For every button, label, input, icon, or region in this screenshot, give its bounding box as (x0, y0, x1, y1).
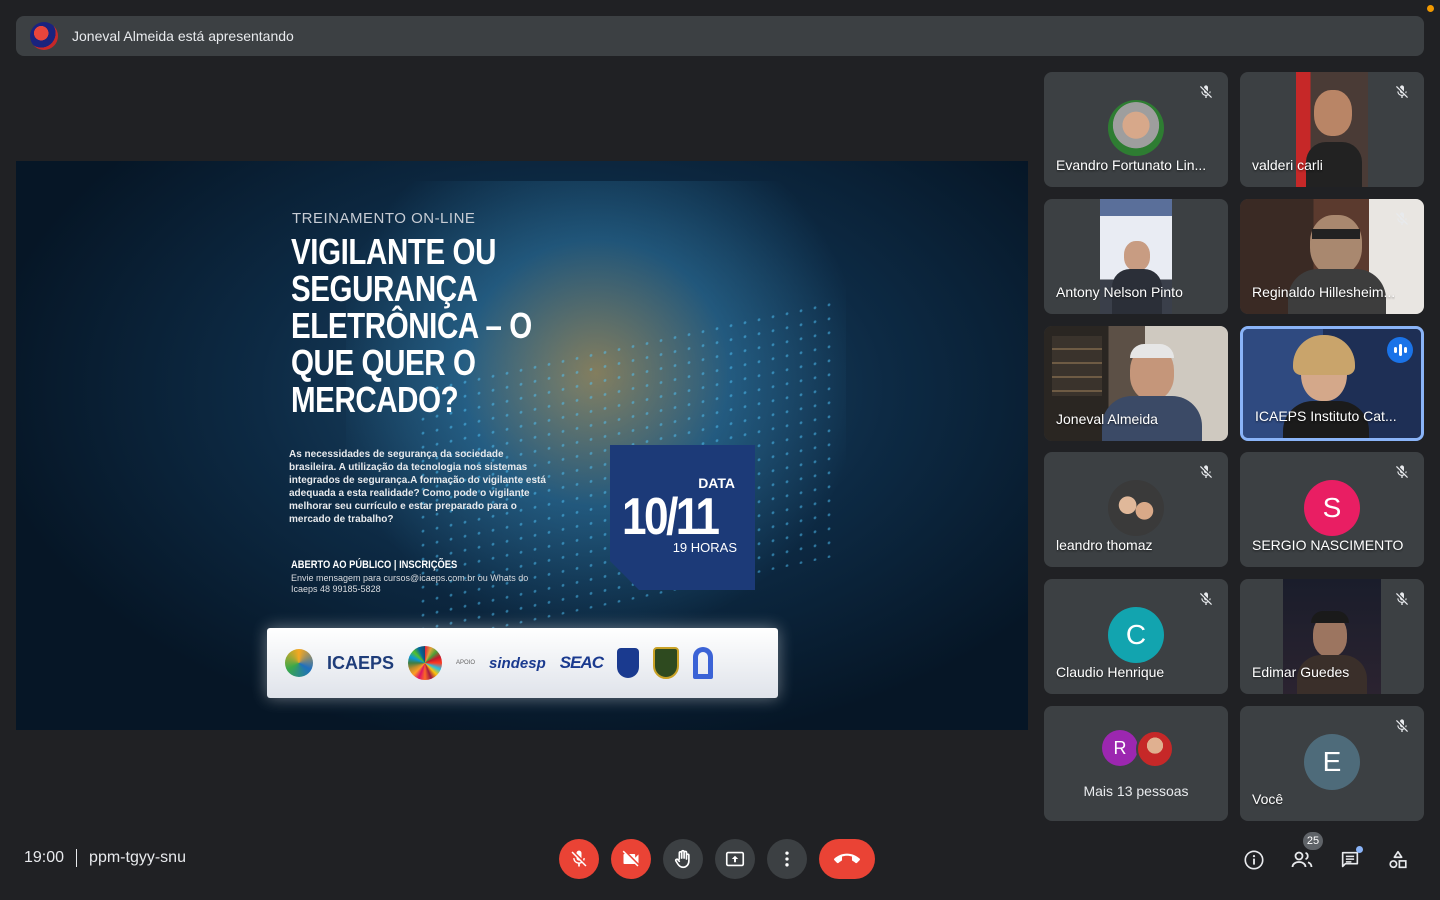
participant-photo-avatar (1136, 730, 1174, 768)
slide-contact: Envie mensagem para cursos@icaeps.com.br… (291, 573, 529, 594)
participant-name: Claudio Henrique (1056, 664, 1165, 680)
date-value: 10/11 (622, 488, 720, 546)
participant-name: Você (1252, 791, 1284, 807)
slide-open-label: ABERTO AO PÚBLICO | INSCRIÇÕES (291, 559, 458, 571)
participant-tile[interactable]: leandro thomaz (1044, 452, 1228, 567)
participant-tile[interactable]: Antony Nelson Pinto (1044, 199, 1228, 314)
sdg-wheel-icon (408, 646, 443, 680)
raise-hand-button[interactable] (663, 839, 703, 879)
presentation-area[interactable]: TREINAMENTO ON-LINE VIGILANTE OU SEGURAN… (16, 161, 1028, 730)
date-time: 19 HORAS (672, 540, 737, 555)
leave-call-button[interactable] (819, 839, 875, 879)
participant-initial-avatar: C (1108, 607, 1164, 663)
meeting-time: 19:00 (24, 849, 65, 866)
participant-initial-avatar: S (1304, 480, 1360, 536)
more-options-icon (785, 851, 789, 867)
info-icon (1244, 850, 1264, 870)
hangup-icon (834, 853, 860, 864)
participant-name: Edimar Guedes (1252, 664, 1350, 680)
sponsor-logo-strip: ICAEPS APOIO sindesp SEAC (267, 628, 778, 698)
mic-off-icon (1396, 85, 1408, 98)
more-participants-avatars: R (1102, 730, 1174, 768)
camera-off-icon (622, 850, 639, 867)
participant-tile[interactable]: C Claudio Henrique (1044, 579, 1228, 694)
participant-name: ICAEPS Instituto Cat... (1255, 408, 1397, 424)
participant-tile[interactable]: Evandro Fortunato Lin... (1044, 72, 1228, 187)
participant-initial-avatar: R (1102, 730, 1138, 766)
recording-indicator (1427, 5, 1434, 12)
slide-kicker: TREINAMENTO ON-LINE (292, 210, 476, 227)
participant-tile[interactable]: S SERGIO NASCIMENTO (1240, 452, 1424, 567)
participant-name: valderi carli (1252, 157, 1323, 173)
participant-tile-active-speaker[interactable]: ICAEPS Instituto Cat... (1240, 326, 1424, 441)
meeting-code: ppm-tgyy-snu (89, 849, 186, 866)
activities-button[interactable] (1386, 848, 1410, 872)
present-screen-button[interactable] (715, 839, 755, 879)
more-options-button[interactable] (767, 839, 807, 879)
seac-logo: SEAC (559, 653, 604, 672)
mic-off-icon (1200, 85, 1212, 98)
icaeps-logo-icon (285, 649, 313, 677)
participant-name: Antony Nelson Pinto (1056, 284, 1183, 300)
meeting-details-button[interactable] (1242, 848, 1266, 872)
mic-off-icon (1396, 719, 1408, 732)
mic-off-icon (1396, 465, 1408, 478)
camera-toggle-button[interactable] (611, 839, 651, 879)
people-icon (1291, 851, 1313, 868)
mic-off-icon (571, 850, 587, 867)
participant-name: Joneval Almeida (1056, 411, 1158, 427)
participant-tile[interactable]: Joneval Almeida (1044, 326, 1228, 441)
awareness-ribbon-icon (692, 647, 713, 679)
presenter-avatar (30, 22, 58, 50)
more-participants-label: Mais 13 pessoas (1083, 783, 1189, 799)
mic-off-icon (1396, 592, 1408, 605)
mic-off-icon (1200, 592, 1212, 605)
participant-tile[interactable]: Reginaldo Hillesheim... (1240, 199, 1424, 314)
present-icon (725, 851, 745, 867)
participant-photo-avatar (1108, 480, 1164, 536)
self-tile[interactable]: E Você (1240, 706, 1424, 821)
apoio-label: APOIO (456, 660, 476, 666)
participant-name: Evandro Fortunato Lin... (1056, 157, 1207, 173)
microphone-toggle-button[interactable] (559, 839, 599, 879)
participant-name: SERGIO NASCIMENTO (1252, 537, 1404, 553)
presenter-text: Joneval Almeida está apresentando (72, 28, 294, 44)
meeting-info-divider (76, 849, 78, 867)
activities-icon (1389, 850, 1407, 869)
fevasc-shield-icon (616, 648, 639, 678)
participant-initial-avatar: E (1304, 734, 1360, 790)
participant-photo-avatar (1108, 100, 1164, 156)
badge-icon (652, 647, 679, 679)
mic-off-icon (1200, 465, 1212, 478)
slide-body: As necessidades de segurança da sociedad… (289, 449, 546, 525)
slide-title: VIGILANTE OU SEGURANÇA ELETRÔNICA – O QU… (291, 231, 532, 420)
sindesp-logo: sindesp (489, 654, 546, 672)
chat-unread-indicator (1356, 846, 1363, 853)
presenter-bar: Joneval Almeida está apresentando (16, 16, 1424, 56)
date-box: DATA 10/11 19 HORAS (610, 445, 755, 590)
raise-hand-icon (675, 849, 690, 869)
meeting-info: 19:00 ppm-tgyy-snu (24, 849, 186, 867)
participant-name: Reginaldo Hillesheim... (1252, 284, 1396, 300)
mic-off-icon (1396, 212, 1408, 225)
icaeps-logo-text: ICAEPS (327, 652, 395, 673)
more-participants-tile[interactable]: R Mais 13 pessoas (1044, 706, 1228, 821)
participant-tile[interactable]: valderi carli (1240, 72, 1424, 187)
people-count-badge: 25 (1303, 832, 1323, 850)
participant-tile[interactable]: Edimar Guedes (1240, 579, 1424, 694)
participant-name: leandro thomaz (1056, 537, 1153, 553)
speaking-indicator-icon (1387, 337, 1413, 363)
people-button[interactable] (1290, 848, 1314, 872)
